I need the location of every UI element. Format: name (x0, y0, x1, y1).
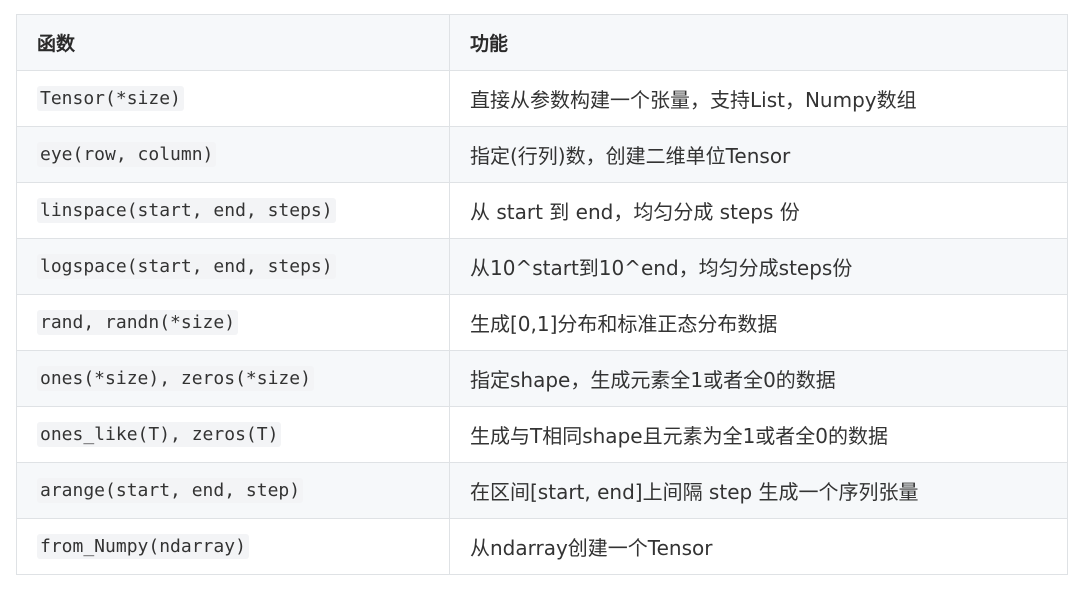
table-row: rand, randn(*size) 生成[0,1]分布和标准正态分布数据 (16, 294, 1068, 351)
table-row: eye(row, column) 指定(行列)数，创建二维单位Tensor (16, 126, 1068, 183)
table-row: arange(start, end, step) 在区间[start, end]… (16, 462, 1068, 519)
table-row: from_Numpy(ndarray) 从ndarray创建一个Tensor (16, 518, 1068, 575)
description-cell: 从10^start到10^end，均匀分成steps份 (449, 238, 1068, 295)
function-cell: ones(*size), zeros(*size) (16, 350, 450, 407)
function-code: rand, randn(*size) (37, 310, 239, 335)
function-cell: arange(start, end, step) (16, 462, 450, 519)
function-cell: linspace(start, end, steps) (16, 182, 450, 239)
description-cell: 在区间[start, end]上间隔 step 生成一个序列张量 (449, 462, 1068, 519)
function-code: eye(row, column) (37, 142, 217, 167)
function-code: Tensor(*size) (37, 86, 184, 111)
function-cell: ones_like(T), zeros(T) (16, 406, 450, 463)
function-table: 函数 功能 Tensor(*size) 直接从参数构建一个张量，支持List，N… (16, 14, 1068, 575)
table-header-row: 函数 功能 (16, 14, 1068, 71)
table-row: linspace(start, end, steps) 从 start 到 en… (16, 182, 1068, 239)
description-cell: 生成与T相同shape且元素为全1或者全0的数据 (449, 406, 1068, 463)
function-table-container: 函数 功能 Tensor(*size) 直接从参数构建一个张量，支持List，N… (16, 14, 1068, 575)
description-cell: 指定shape，生成元素全1或者全0的数据 (449, 350, 1068, 407)
function-code: ones_like(T), zeros(T) (37, 422, 282, 447)
function-code: arange(start, end, step) (37, 478, 304, 503)
function-code: linspace(start, end, steps) (37, 198, 336, 223)
function-code: logspace(start, end, steps) (37, 254, 336, 279)
description-cell: 指定(行列)数，创建二维单位Tensor (449, 126, 1068, 183)
table-row: ones(*size), zeros(*size) 指定shape，生成元素全1… (16, 350, 1068, 407)
description-cell: 生成[0,1]分布和标准正态分布数据 (449, 294, 1068, 351)
function-code: ones(*size), zeros(*size) (37, 366, 314, 391)
header-description: 功能 (449, 14, 1068, 71)
description-cell: 直接从参数构建一个张量，支持List，Numpy数组 (449, 70, 1068, 127)
function-cell: from_Numpy(ndarray) (16, 518, 450, 575)
function-cell: logspace(start, end, steps) (16, 238, 450, 295)
table-row: ones_like(T), zeros(T) 生成与T相同shape且元素为全1… (16, 406, 1068, 463)
function-cell: rand, randn(*size) (16, 294, 450, 351)
description-cell: 从 start 到 end，均匀分成 steps 份 (449, 182, 1068, 239)
table-row: Tensor(*size) 直接从参数构建一个张量，支持List，Numpy数组 (16, 70, 1068, 127)
description-cell: 从ndarray创建一个Tensor (449, 518, 1068, 575)
function-cell: Tensor(*size) (16, 70, 450, 127)
function-cell: eye(row, column) (16, 126, 450, 183)
table-row: logspace(start, end, steps) 从10^start到10… (16, 238, 1068, 295)
header-function: 函数 (16, 14, 450, 71)
function-code: from_Numpy(ndarray) (37, 534, 249, 559)
